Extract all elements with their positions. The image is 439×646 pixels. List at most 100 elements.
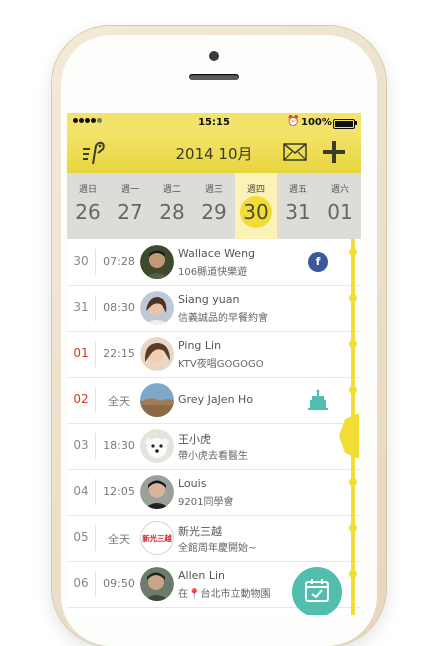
avatar bbox=[140, 383, 174, 417]
avatar bbox=[140, 567, 174, 601]
row-divider bbox=[95, 571, 96, 597]
avatar bbox=[140, 429, 174, 463]
day-31[interactable]: 週五 31 bbox=[277, 173, 319, 239]
contact-name: 王小虎 bbox=[178, 433, 211, 446]
event-title: 9201同學會 bbox=[178, 497, 234, 508]
day-number: 28 bbox=[159, 200, 185, 224]
event-date: 01 bbox=[73, 346, 89, 360]
event-row[interactable]: 02 全天 Grey JaJen Ho bbox=[67, 377, 361, 424]
event-time: 全天 bbox=[108, 533, 130, 546]
birthday-cake-icon bbox=[307, 389, 329, 411]
day-name: 週三 bbox=[204, 185, 223, 195]
event-row[interactable]: 30 07:28 Wallace Weng 106縣道快樂遊 f bbox=[67, 239, 361, 286]
avatar: 新光三越 bbox=[140, 521, 174, 555]
avatar bbox=[140, 337, 174, 371]
day-29[interactable]: 週三 29 bbox=[193, 173, 235, 239]
avatar bbox=[140, 291, 174, 325]
nav-bar: 2014 10月 bbox=[67, 133, 361, 173]
row-divider bbox=[95, 525, 96, 551]
brand-logo-text: 新光三越 bbox=[142, 534, 172, 543]
event-row[interactable]: 01 22:15 Ping Lin KTV夜唱GOGOGO bbox=[67, 331, 361, 378]
event-date: 05 bbox=[73, 530, 89, 544]
event-row[interactable]: 05 全天 新光三越 新光三越 全館周年慶開始~ bbox=[67, 515, 361, 562]
event-title: 全館周年慶開始~ bbox=[178, 543, 257, 554]
day-27[interactable]: 週一 27 bbox=[109, 173, 151, 239]
day-name: 週日 bbox=[78, 185, 97, 195]
day-number: 01 bbox=[327, 200, 353, 224]
day-name: 週一 bbox=[120, 185, 139, 195]
mail-icon[interactable] bbox=[283, 142, 307, 162]
row-divider bbox=[95, 387, 96, 413]
event-date: 06 bbox=[73, 576, 89, 590]
timeline-dot bbox=[349, 570, 357, 578]
timeline-dot bbox=[349, 386, 357, 394]
day-name: 週五 bbox=[288, 185, 307, 195]
event-title: 106縣道快樂遊 bbox=[178, 267, 248, 278]
battery-icon bbox=[333, 119, 355, 129]
event-time: 22:15 bbox=[103, 347, 135, 360]
event-title: KTV夜唱GOGOGO bbox=[178, 359, 264, 370]
timeline-dot bbox=[349, 248, 357, 256]
battery-tip bbox=[355, 121, 357, 125]
calendar-check-icon bbox=[305, 579, 329, 602]
day-30[interactable]: 週四 30 bbox=[235, 173, 277, 239]
event-time: 08:30 bbox=[103, 301, 135, 314]
row-divider bbox=[95, 479, 96, 505]
day-26[interactable]: 週日 26 bbox=[67, 173, 109, 239]
event-row[interactable]: 04 12:05 Louis 9201同學會 bbox=[67, 469, 361, 516]
add-event-icon[interactable] bbox=[322, 140, 346, 164]
day-number: 31 bbox=[285, 200, 311, 224]
day-name: 週四 bbox=[246, 185, 265, 195]
event-time: 18:30 bbox=[103, 439, 135, 452]
timeline-dot bbox=[349, 294, 357, 302]
event-row[interactable]: 31 08:30 Siang yuan 信義誠品的早餐約會 bbox=[67, 285, 361, 332]
event-time: 09:50 bbox=[103, 577, 135, 590]
day-01[interactable]: 週六 01 bbox=[319, 173, 361, 239]
day-name: 週二 bbox=[162, 185, 181, 195]
event-date: 03 bbox=[73, 438, 89, 452]
contact-name: Siang yuan bbox=[178, 293, 240, 306]
row-divider bbox=[95, 433, 96, 459]
contact-name: Grey JaJen Ho bbox=[178, 393, 254, 406]
event-title: 信義誠品的早餐約會 bbox=[178, 313, 268, 324]
day-number: 30 bbox=[243, 200, 269, 224]
earpiece-speaker bbox=[189, 74, 239, 80]
row-divider bbox=[95, 295, 96, 321]
timeline-dot bbox=[349, 340, 357, 348]
facebook-icon: f bbox=[308, 252, 328, 272]
calendar-fab-button[interactable] bbox=[292, 567, 342, 615]
day-name: 週六 bbox=[330, 185, 349, 195]
avatar bbox=[140, 245, 174, 279]
event-date: 04 bbox=[73, 484, 89, 498]
alarm-icon: ⏰ bbox=[287, 116, 300, 127]
status-bar: 15:15 ⏰ 100% bbox=[67, 113, 361, 133]
avatar bbox=[140, 475, 174, 509]
contact-name: Ping Lin bbox=[178, 339, 222, 352]
timeline-dot bbox=[349, 524, 357, 532]
contact-name: Louis bbox=[178, 477, 207, 490]
battery-percent: 100% bbox=[301, 117, 332, 128]
event-title: 在📍台北市立動物園 bbox=[178, 589, 271, 600]
contact-name: Wallace Weng bbox=[178, 247, 256, 260]
event-list: 30 07:28 Wallace Weng 106縣道快樂遊 f 31 08:30 Siang… bbox=[67, 239, 361, 615]
row-divider bbox=[95, 249, 96, 275]
event-time: 07:28 bbox=[103, 255, 135, 268]
event-date: 02 bbox=[73, 392, 89, 406]
day-number: 29 bbox=[201, 200, 227, 224]
event-time: 全天 bbox=[108, 395, 130, 408]
event-title: 帶小虎去看醫生 bbox=[178, 451, 248, 462]
event-time: 12:05 bbox=[103, 485, 135, 498]
app-screen: 15:15 ⏰ 100% 2014 10月 週日 26 週一 27 週二 28 週三 29 週四… bbox=[67, 113, 361, 615]
day-28[interactable]: 週二 28 bbox=[151, 173, 193, 239]
day-number: 26 bbox=[75, 200, 101, 224]
row-divider bbox=[95, 341, 96, 367]
timeline-drag-handle[interactable] bbox=[339, 413, 359, 459]
contact-name: 新光三越 bbox=[178, 525, 222, 538]
week-strip: 週日 26 週一 27 週二 28 週三 29 週四 30 週五 31 週六 01 bbox=[67, 173, 361, 239]
contact-name: Allen Lin bbox=[178, 569, 226, 582]
month-title[interactable]: 2014 10月 bbox=[67, 143, 361, 164]
day-number: 27 bbox=[117, 200, 143, 224]
location-pin-icon: 📍 bbox=[188, 589, 201, 600]
event-date: 31 bbox=[73, 300, 89, 314]
event-row[interactable]: 03 18:30 王小虎帶小虎去看醫生 bbox=[67, 423, 361, 470]
